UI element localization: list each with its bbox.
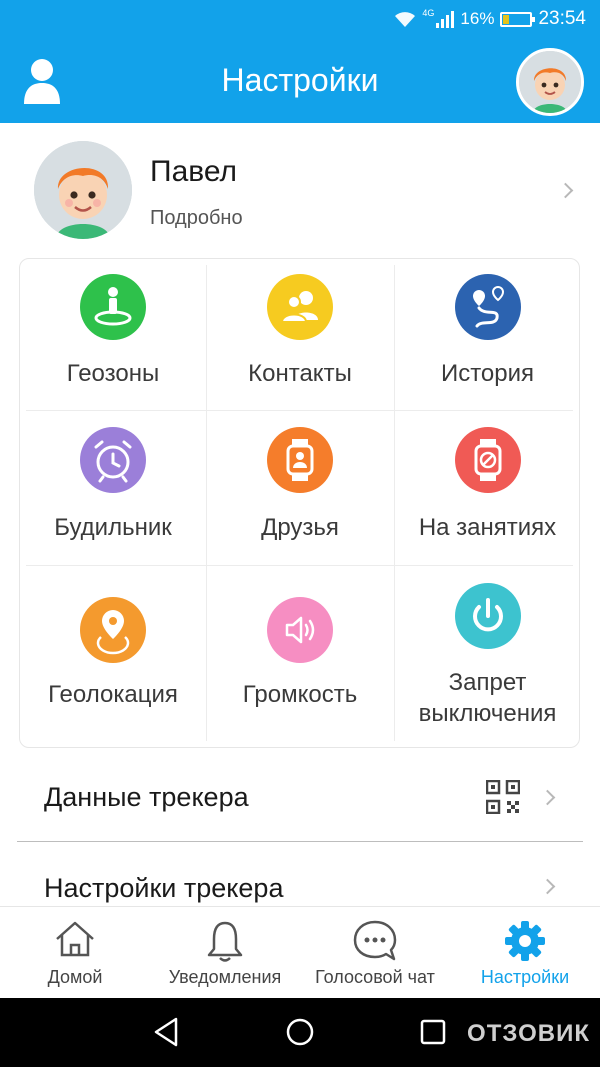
nav-notifications[interactable]: Уведомления <box>150 907 300 999</box>
tile-label: Громкость <box>242 681 358 708</box>
home-icon <box>56 921 94 957</box>
nav-notifications-label: Уведомления <box>168 967 282 987</box>
chevron-right-icon <box>539 878 556 895</box>
wifi-icon <box>395 11 416 27</box>
battery-percent: 16% <box>460 9 495 28</box>
profile-detail-link[interactable]: Подробно <box>150 207 243 230</box>
page-title: Настройки <box>221 62 379 98</box>
tracker-settings-label: Настройки трекера <box>44 873 284 903</box>
profile-avatar <box>34 141 132 239</box>
tile-in-class[interactable]: На занятиях <box>394 410 581 565</box>
status-bar: 4G 16% 23:54 <box>0 0 600 38</box>
tile-label: Геолокация <box>48 681 178 708</box>
tile-label: Друзья <box>261 514 339 541</box>
tile-label-line1: Запрет <box>448 669 527 696</box>
tile-label: Геозоны <box>66 360 160 387</box>
volume-icon <box>267 597 333 663</box>
tile-geolocation[interactable]: Геолокация <box>20 565 206 749</box>
power-icon <box>454 583 521 649</box>
tile-label-line2: выключения <box>418 700 557 727</box>
system-nav-bar: ОТЗОВИК <box>0 998 600 1067</box>
tile-label: История <box>440 360 535 387</box>
tile-alarm[interactable]: Будильник <box>20 410 206 565</box>
tile-label: Будильник <box>54 514 172 541</box>
nav-voice-chat[interactable]: Голосовой чат <box>300 907 450 999</box>
gear-icon <box>505 921 545 961</box>
bell-icon <box>207 921 243 962</box>
tile-contacts[interactable]: Контакты <box>206 259 394 410</box>
tile-power-off-ban[interactable]: Запрет выключения <box>394 565 581 749</box>
geofence-icon <box>80 274 146 340</box>
profile-row[interactable]: Павел Подробно <box>0 123 600 255</box>
back-icon[interactable] <box>152 1016 182 1048</box>
watch-blocked-icon <box>454 427 521 493</box>
watch-friends-icon <box>267 427 333 493</box>
contacts-icon <box>267 274 333 340</box>
nav-home[interactable]: Домой <box>0 907 150 999</box>
chevron-right-icon <box>539 789 556 806</box>
tile-volume[interactable]: Громкость <box>206 565 394 749</box>
tile-label: Контакты <box>248 360 352 387</box>
home-circle-icon[interactable] <box>285 1017 315 1047</box>
tile-label: На занятиях <box>418 514 557 541</box>
chevron-right-icon <box>557 182 574 199</box>
divider <box>17 841 583 842</box>
chat-bubble-icon <box>353 920 397 961</box>
nav-voice-chat-label: Голосовой чат <box>315 967 435 987</box>
qr-code-icon <box>486 780 520 814</box>
alarm-clock-icon <box>80 427 146 493</box>
watermark: ОТЗОВИК <box>467 1020 590 1047</box>
bottom-nav: Домой Уведомления Голосовой чат Настройк… <box>0 906 600 998</box>
nav-settings-label: Настройки <box>480 967 570 987</box>
settings-grid: Геозоны Контакты История Будильник Друзь… <box>19 258 580 748</box>
route-history-icon <box>454 274 521 340</box>
signal-icon <box>436 10 455 28</box>
tracker-data-row[interactable]: Данные трекера <box>0 752 600 842</box>
tile-geofences[interactable]: Геозоны <box>20 259 206 410</box>
clock: 23:54 <box>538 8 586 29</box>
location-pin-icon <box>80 597 146 663</box>
profile-name: Павел <box>150 155 238 188</box>
tile-friends[interactable]: Друзья <box>206 410 394 565</box>
network-type: 4G <box>422 8 435 18</box>
child-avatar-button[interactable] <box>516 48 584 116</box>
app-header: 4G 16% 23:54 Настройки <box>0 0 600 123</box>
tile-history[interactable]: История <box>394 259 581 410</box>
tracker-data-label: Данные трекера <box>44 782 249 812</box>
nav-home-label: Домой <box>47 967 103 987</box>
nav-settings[interactable]: Настройки <box>450 907 600 999</box>
battery-icon <box>500 11 536 27</box>
recent-apps-icon[interactable] <box>419 1018 447 1046</box>
